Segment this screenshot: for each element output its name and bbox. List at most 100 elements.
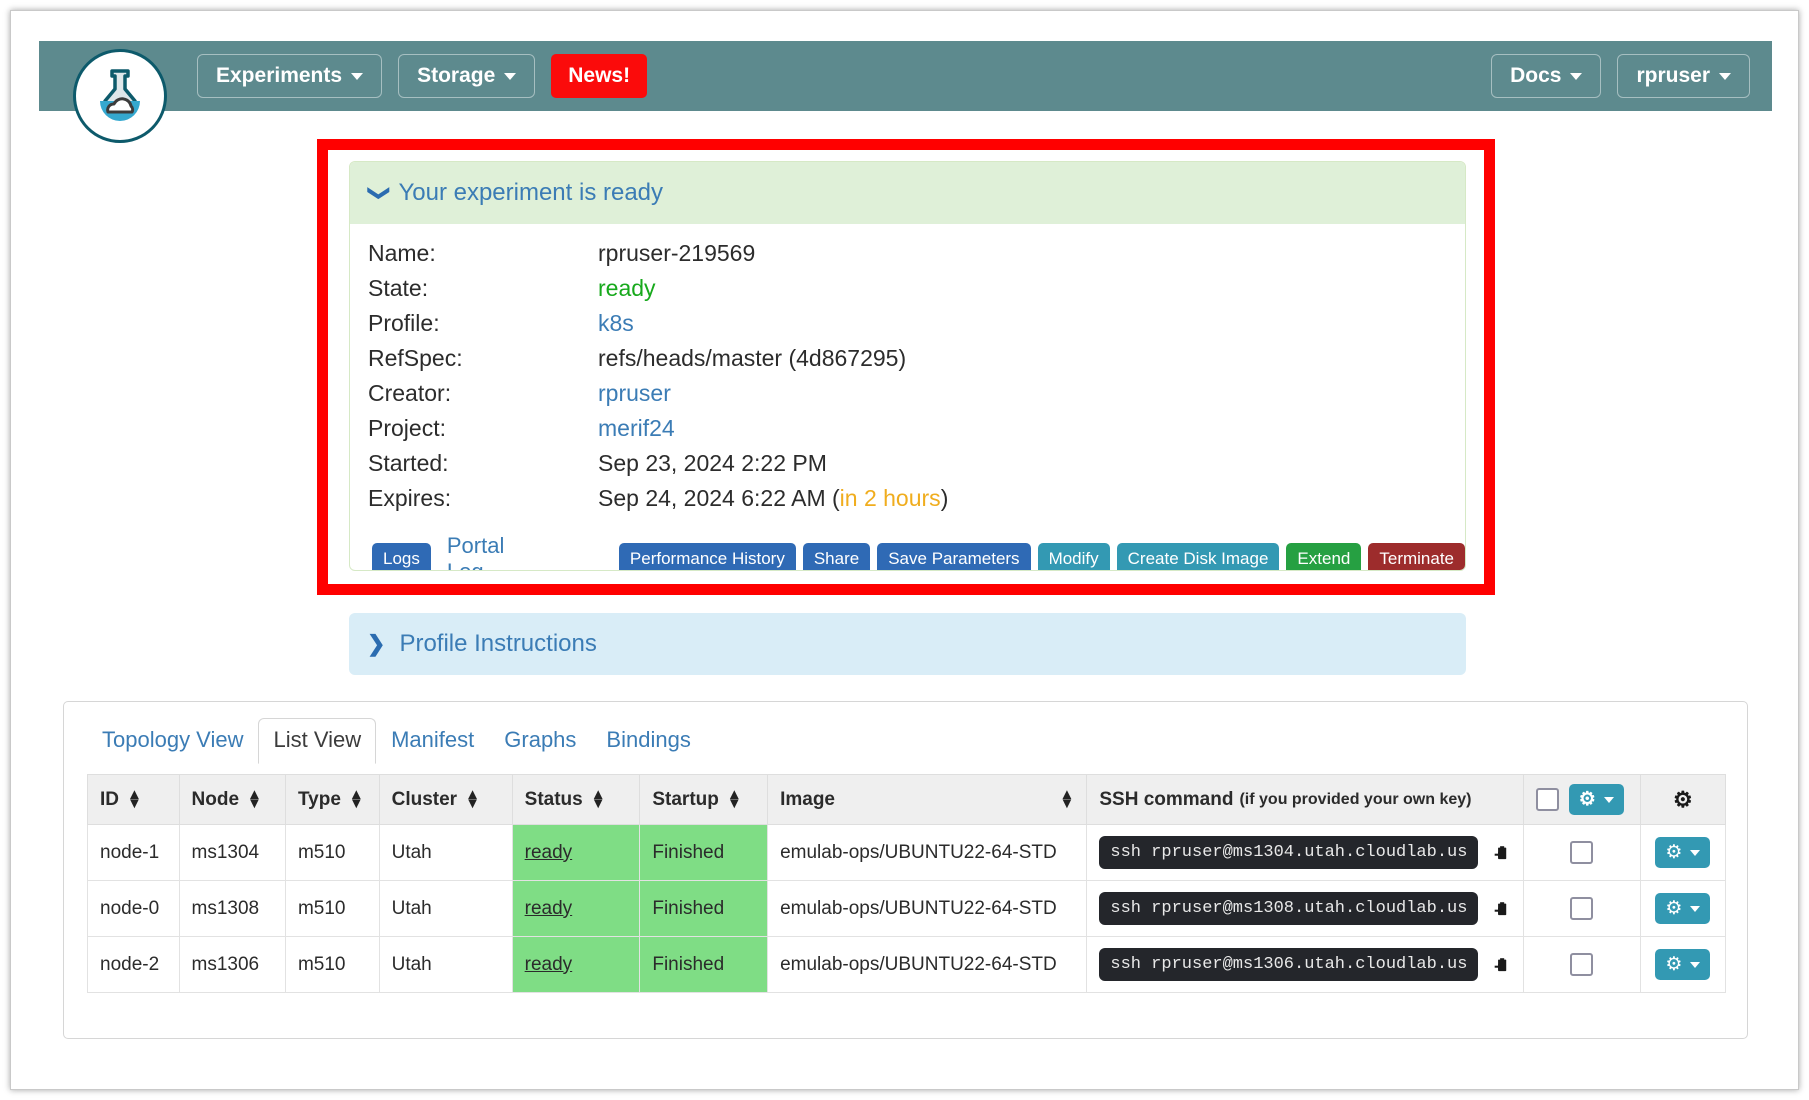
detail-value-project[interactable]: merif24 (598, 415, 675, 442)
detail-row-name: Name: rpruser-219569 (368, 240, 1465, 275)
col-header-startup-label: Startup (652, 788, 719, 810)
detail-row-expires: Expires: Sep 24, 2024 6:22 AM (in 2 hour… (368, 485, 1465, 520)
nav-item-storage[interactable]: Storage (398, 54, 536, 98)
top-navbar: Experiments Storage News! Docs rpruser (39, 41, 1772, 111)
copy-to-clipboard-icon[interactable] (1494, 896, 1510, 922)
terminate-button[interactable]: Terminate (1368, 542, 1465, 570)
save-parameters-button[interactable]: Save Parameters (877, 542, 1031, 570)
chevron-down-icon (1603, 796, 1614, 803)
cell-cluster: Utah (378, 824, 513, 881)
extend-button[interactable]: Extend (1286, 542, 1362, 570)
ssh-command-pill[interactable]: ssh rpruser@ms1304.utah.cloudlab.us (1099, 836, 1479, 869)
cell-select (1522, 880, 1641, 937)
cell-status-label: ready (524, 897, 573, 919)
row-select-checkbox[interactable] (1570, 841, 1594, 864)
create-disk-image-button[interactable]: Create Disk Image (1116, 542, 1280, 570)
col-header-type-label: Type (297, 788, 341, 810)
detail-label-state: State: (368, 275, 429, 301)
cell-cluster: Utah (378, 880, 513, 937)
detail-value-profile[interactable]: k8s (598, 310, 634, 337)
copy-to-clipboard-icon[interactable] (1494, 840, 1510, 866)
logs-button[interactable]: Logs (372, 542, 431, 570)
cell-status[interactable]: ready (511, 936, 641, 993)
cell-type[interactable]: m510 (284, 936, 380, 993)
tab-bindings[interactable]: Bindings (591, 718, 705, 764)
tab-list-view[interactable]: List View (258, 718, 377, 764)
ssh-command-pill[interactable]: ssh rpruser@ms1306.utah.cloudlab.us (1099, 948, 1479, 981)
tab-manifest[interactable]: Manifest (376, 718, 489, 764)
col-header-image-label: Image (780, 788, 835, 810)
col-header-type[interactable]: Type ▲ ▼ (284, 774, 380, 825)
modify-button[interactable]: Modify (1037, 542, 1110, 570)
col-header-status-label: Status (524, 788, 583, 810)
profile-instructions-panel[interactable]: ❯ Profile Instructions (349, 613, 1466, 675)
detail-value-started: Sep 23, 2024 2:22 PM (598, 450, 827, 476)
nav-item-user-menu[interactable]: rpruser (1617, 54, 1750, 98)
cell-ssh: ssh rpruser@ms1308.utah.cloudlab.us (1086, 880, 1524, 937)
cell-node[interactable]: ms1304 (178, 824, 286, 881)
ssh-command-pill[interactable]: ssh rpruser@ms1308.utah.cloudlab.us (1099, 892, 1479, 925)
copy-to-clipboard-icon[interactable] (1494, 952, 1510, 978)
col-header-id[interactable]: ID ▲ ▼ (87, 774, 180, 825)
col-header-id-label: ID (100, 788, 119, 810)
col-header-status[interactable]: Status ▲ ▼ (511, 774, 641, 825)
col-header-node[interactable]: Node ▲ ▼ (178, 774, 286, 825)
nav-item-docs-label: Docs (1510, 64, 1562, 87)
table-row: node-2 ms1306 m510 Utah ready Finished e… (87, 936, 1727, 993)
experiment-details-list: Name: rpruser-219569 State: ready Profil… (350, 224, 1465, 570)
sort-arrows-icon: ▲ ▼ (127, 786, 142, 812)
nav-item-storage-label: Storage (417, 64, 496, 87)
select-all-checkbox[interactable] (1535, 788, 1559, 811)
row-select-checkbox[interactable] (1570, 953, 1594, 976)
portal-log-link[interactable]: Portal Log (447, 533, 519, 570)
nav-item-experiments[interactable]: Experiments (197, 54, 383, 98)
col-header-image[interactable]: Image ▲ ▼ (767, 774, 1088, 825)
tab-graphs[interactable]: Graphs (489, 718, 591, 764)
col-header-startup[interactable]: Startup ▲ ▼ (639, 774, 769, 825)
performance-history-button[interactable]: Performance History (618, 542, 796, 570)
sort-arrows-icon: ▲ ▼ (348, 786, 364, 812)
experiment-status-header[interactable]: ❮ Your experiment is ready (350, 162, 1465, 224)
cell-type[interactable]: m510 (284, 880, 380, 937)
chevron-down-icon: ❮ (364, 183, 390, 203)
nav-item-docs[interactable]: Docs (1491, 54, 1602, 98)
nav-item-news[interactable]: News! (551, 54, 648, 98)
share-button[interactable]: Share (802, 542, 871, 570)
bulk-actions-gear-button[interactable]: ⚙ (1568, 784, 1624, 815)
cell-id: node-1 (87, 824, 180, 881)
detail-value-expires: Sep 24, 2024 6:22 AM (in 2 hours) (598, 485, 948, 512)
row-select-checkbox[interactable] (1570, 897, 1594, 920)
flask-cloud-icon (84, 60, 156, 132)
sort-arrows-icon: ▲ ▼ (726, 786, 742, 812)
table-body: node-1 ms1304 m510 Utah ready Finished e… (87, 824, 1727, 993)
cell-node[interactable]: ms1308 (178, 880, 286, 937)
navbar-right-group: Docs rpruser (1491, 54, 1750, 98)
col-header-settings[interactable]: ⚙ (1639, 774, 1727, 825)
row-actions-gear-button[interactable]: ⚙ (1655, 893, 1711, 924)
detail-label-profile: Profile: (368, 310, 440, 336)
nav-item-news-label: News! (568, 64, 631, 87)
detail-row-started: Started: Sep 23, 2024 2:22 PM (368, 450, 1465, 485)
col-header-cluster[interactable]: Cluster ▲ ▼ (378, 774, 513, 825)
tab-topology-view[interactable]: Topology View (87, 718, 258, 764)
cloudlab-flask-logo[interactable] (73, 49, 167, 143)
row-actions-gear-button[interactable]: ⚙ (1655, 837, 1711, 868)
cell-status[interactable]: ready (511, 824, 641, 881)
sort-arrows-icon: ▲ ▼ (1059, 786, 1075, 812)
view-tabs: Topology View List View Manifest Graphs … (87, 718, 706, 764)
cell-select (1522, 824, 1641, 881)
detail-value-creator[interactable]: rpruser (598, 380, 671, 407)
detail-label-name: Name: (368, 240, 436, 266)
cell-type[interactable]: m510 (284, 824, 380, 881)
col-header-select-all: ⚙ (1522, 774, 1641, 825)
detail-label-refspec: RefSpec: (368, 345, 463, 371)
cell-node[interactable]: ms1306 (178, 936, 286, 993)
row-actions-gear-button[interactable]: ⚙ (1655, 949, 1711, 980)
expires-suffix: ) (940, 485, 949, 511)
cell-status[interactable]: ready (511, 880, 641, 937)
cell-ssh: ssh rpruser@ms1304.utah.cloudlab.us (1086, 824, 1524, 881)
col-header-node-label: Node (191, 788, 240, 810)
browser-page-frame: Experiments Storage News! Docs rpruser ❮… (10, 10, 1799, 1090)
profile-instructions-title: Profile Instructions (399, 630, 597, 657)
cell-actions: ⚙ (1639, 824, 1727, 881)
